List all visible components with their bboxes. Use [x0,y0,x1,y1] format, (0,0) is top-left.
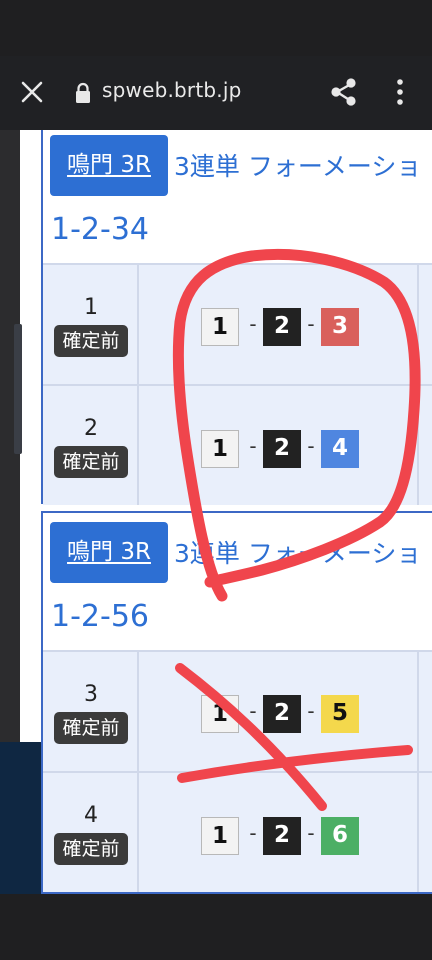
dash: - [249,312,257,336]
race-tag-button[interactable]: 鳴門 3R [50,522,168,583]
race-tag-button[interactable]: 鳴門 3R [50,135,168,196]
boat-number-1: 1 [201,308,239,346]
browser-toolbar: spweb.brtb.jp [0,56,432,130]
webpage-content: 鳴門 3R 3連単 フォーメーショ 1-2-34 1 確定前 1 - 2 - 3… [0,130,432,894]
boat-number-1: 1 [201,817,239,855]
url-text[interactable]: spweb.brtb.jp [102,78,242,102]
row-number-cell: 3 確定前 [43,652,139,771]
more-vert-icon[interactable] [382,72,418,112]
dash: - [307,312,315,336]
dash: - [249,699,257,723]
boat-number-2: 2 [263,695,301,733]
combination-label: 1-2-56 [51,599,149,634]
bet-card: 鳴門 3R 3連単 フォーメーショ 1-2-56 3 確定前 1 - 2 - 5… [41,511,432,894]
race-type-label: 3連単 フォーメーショ [174,152,422,181]
boat-number-6: 6 [321,817,359,855]
bet-row: 3 確定前 1 - 2 - 5 [43,650,432,771]
combination-label: 1-2-34 [51,212,149,247]
row-number-cell: 4 確定前 [43,773,139,892]
row-number: 1 [84,295,98,320]
navigation-bar [0,894,432,960]
boat-number-3: 3 [321,308,359,346]
dash: - [249,821,257,845]
boat-number-2: 2 [263,430,301,468]
lock-icon [74,82,92,104]
bet-row: 1 確定前 1 - 2 - 3 [43,263,432,384]
left-blue-panel [0,742,42,894]
column-divider [417,265,419,384]
dash: - [307,821,315,845]
status-badge: 確定前 [54,833,128,865]
dash: - [307,699,315,723]
row-number: 3 [84,682,98,707]
row-number: 2 [84,416,98,441]
boat-number-4: 4 [321,430,359,468]
bet-card: 鳴門 3R 3連単 フォーメーショ 1-2-34 1 確定前 1 - 2 - 3… [41,130,432,505]
boat-number-2: 2 [263,308,301,346]
race-type-label: 3連単 フォーメーショ [174,539,422,568]
column-divider [417,773,419,892]
boat-number-5: 5 [321,695,359,733]
boat-number-1: 1 [201,695,239,733]
status-badge: 確定前 [54,712,128,744]
status-bar [0,0,432,56]
row-number: 4 [84,803,98,828]
status-badge: 確定前 [54,325,128,357]
share-icon[interactable] [324,72,364,112]
dash: - [249,434,257,458]
boat-number-1: 1 [201,430,239,468]
boat-number-2: 2 [263,817,301,855]
close-icon[interactable] [10,70,54,114]
bet-row: 2 確定前 1 - 2 - 4 [43,384,432,505]
left-sliver [14,324,22,454]
bet-row: 4 確定前 1 - 2 - 6 [43,771,432,892]
status-badge: 確定前 [54,446,128,478]
row-number-cell: 1 確定前 [43,265,139,384]
dash: - [307,434,315,458]
column-divider [417,386,419,505]
row-number-cell: 2 確定前 [43,386,139,505]
column-divider [417,652,419,771]
